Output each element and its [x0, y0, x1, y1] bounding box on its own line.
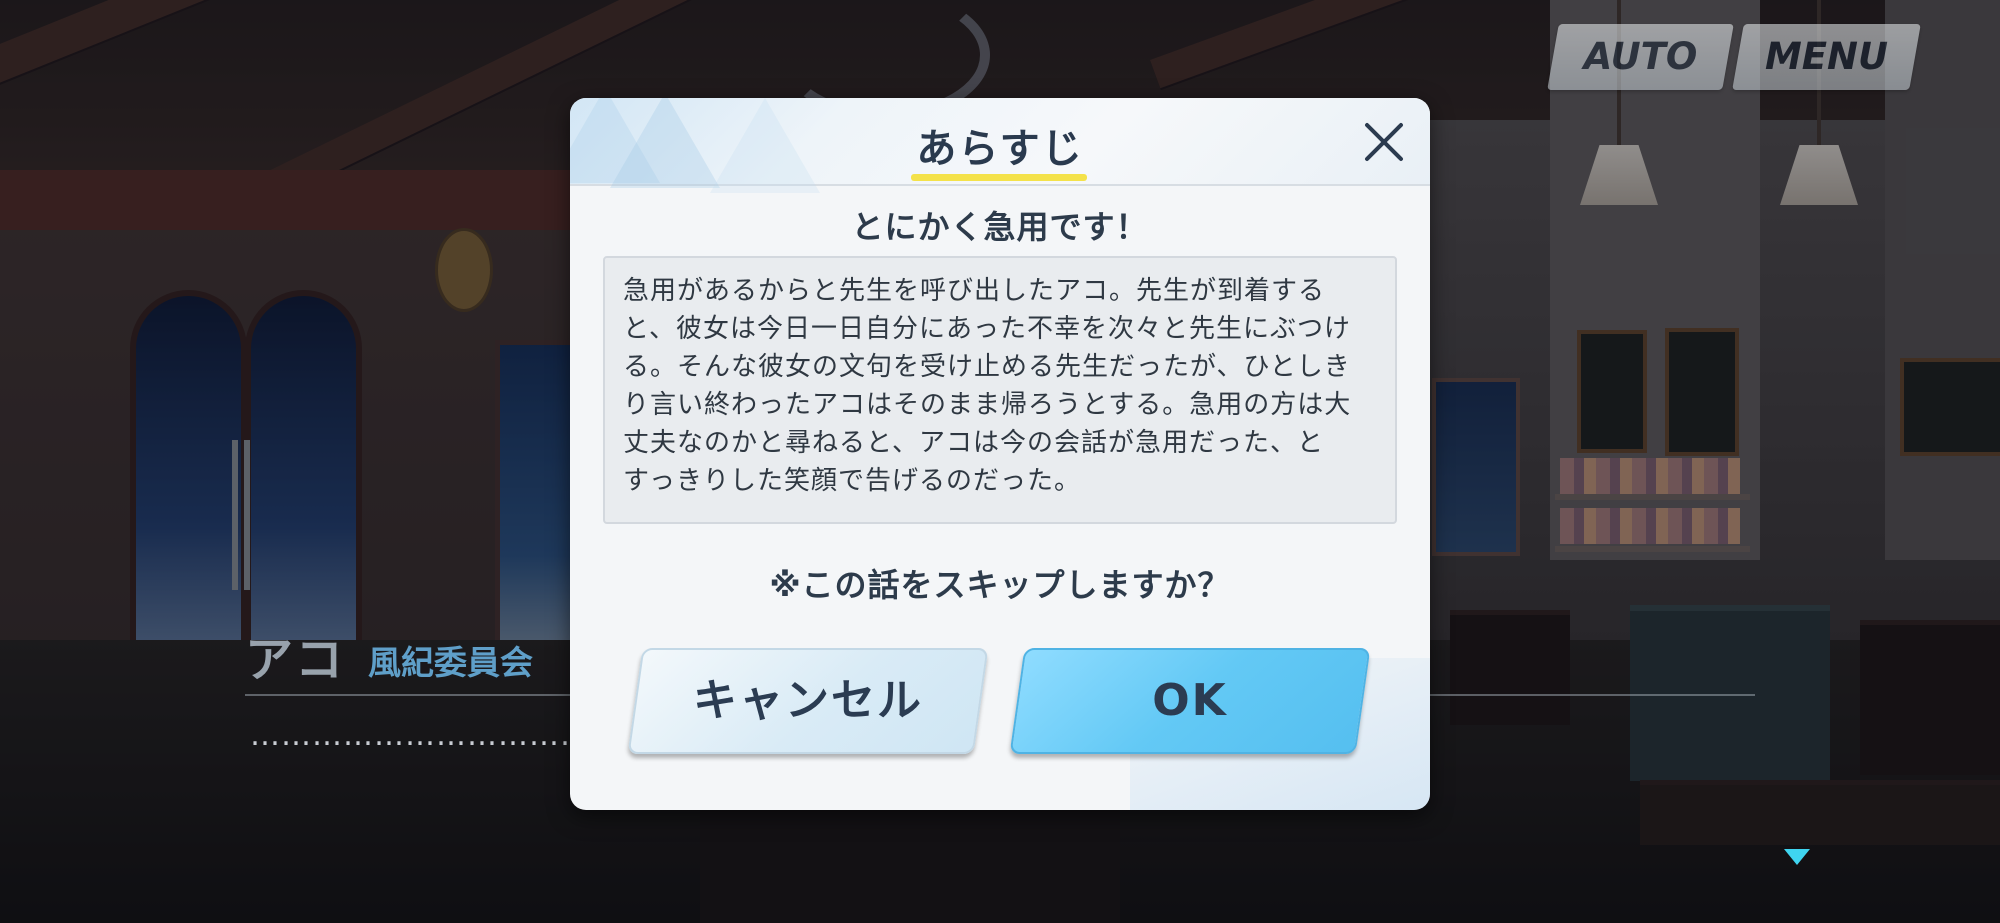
- next-arrow-icon[interactable]: [1784, 849, 1810, 865]
- close-icon[interactable]: [1360, 118, 1408, 166]
- ok-button[interactable]: OK: [1009, 648, 1371, 754]
- speaker-name: アコ: [245, 632, 346, 688]
- synopsis-line: る。そんな彼女の文句を受け止める先生だったが、ひとしき: [623, 352, 1351, 382]
- synopsis-text-box: 急用があるからと先生を呼び出したアコ。先生が到着する と、彼女は今日一日自分にあ…: [603, 256, 1397, 524]
- ok-button-label: OK: [1152, 675, 1228, 726]
- synopsis-line: 丈夫なのかと尋ねると、アコは今の会話が急用だった、と: [623, 428, 1324, 458]
- speaker-affiliation: 風紀委員会: [368, 643, 533, 682]
- menu-button[interactable]: MENU: [1732, 24, 1921, 90]
- auto-button[interactable]: AUTO: [1547, 24, 1734, 90]
- title-underline: [911, 174, 1087, 181]
- cancel-button-label: キャンセル: [693, 675, 923, 726]
- dialog-title: あらすじ: [916, 126, 1084, 172]
- menu-button-label: MENU: [1764, 35, 1889, 78]
- synopsis-line: り言い終わったアコはそのまま帰ろうとする。急用の方は大: [623, 390, 1352, 420]
- synopsis-line: すっきりした笑顔で告げるのだった。: [623, 466, 1081, 496]
- cancel-button[interactable]: キャンセル: [627, 648, 989, 754]
- skip-question: ※この話をスキップしますか？: [769, 566, 1231, 604]
- auto-button-label: AUTO: [1583, 35, 1698, 78]
- episode-title: とにかく急用です！: [851, 208, 1149, 246]
- synopsis-dialog: あらすじ とにかく急用です！ 急用があるからと先生を呼び出したアコ。先生が到着す…: [570, 98, 1430, 810]
- synopsis-line: 急用があるからと先生を呼び出したアコ。先生が到着する: [623, 276, 1326, 306]
- synopsis-line: と、彼女は今日一日自分にあった不幸を次々と先生にぶつけ: [623, 314, 1351, 344]
